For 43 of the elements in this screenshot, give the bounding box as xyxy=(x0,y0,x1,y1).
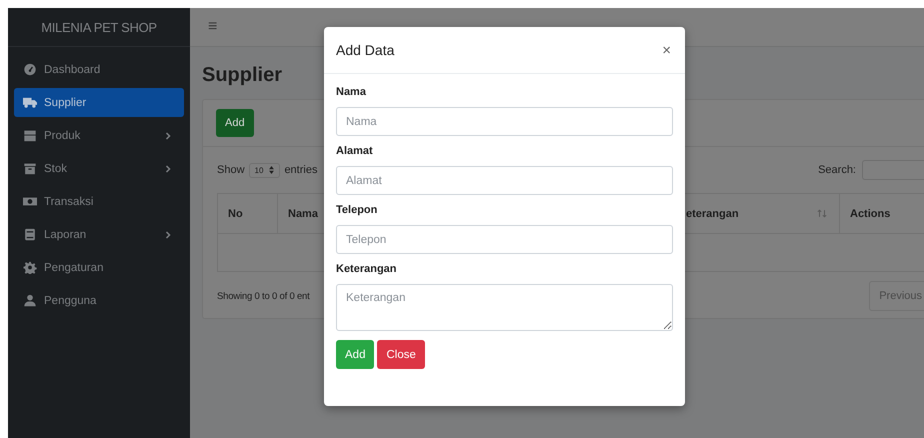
close-button[interactable]: × xyxy=(660,42,673,58)
dialog-title: Add Data xyxy=(336,42,394,58)
text-area[interactable]: Keterangan xyxy=(336,284,673,331)
book-icon xyxy=(23,228,37,241)
menu-button[interactable]: ≡ xyxy=(208,18,218,36)
sort-icon xyxy=(817,209,827,218)
banknote-icon xyxy=(23,195,37,208)
page-length-select[interactable]: 10 xyxy=(248,162,280,178)
table-info: Showing 0 to 0 of 0 ent xyxy=(217,290,310,302)
archive-icon xyxy=(23,162,37,175)
column-header[interactable]: Actions xyxy=(840,194,924,234)
chevron-right-icon xyxy=(165,230,171,238)
field-label: Telepon xyxy=(336,204,378,216)
sidebar-item[interactable]: Stok xyxy=(14,154,184,183)
page-title: Supplier xyxy=(202,63,284,88)
sidebar-item[interactable]: Pengaturan xyxy=(14,253,184,282)
settings-icon xyxy=(23,261,37,274)
input-field[interactable]: Telepon xyxy=(336,225,673,254)
user-icon xyxy=(23,294,37,307)
gauge-icon xyxy=(23,63,37,76)
truck-icon xyxy=(23,96,37,109)
field-label: Alamat xyxy=(336,145,374,157)
field-label: Nama xyxy=(336,86,367,98)
search-label: Search: xyxy=(818,164,856,176)
sidebar-item[interactable]: Pengguna xyxy=(14,286,184,315)
input-field[interactable]: Alamat xyxy=(336,166,673,195)
chevron-right-icon xyxy=(165,132,171,140)
column-header[interactable]: No xyxy=(218,194,278,234)
chevron-right-icon xyxy=(165,164,171,172)
up-down-arrows-icon xyxy=(269,166,274,174)
sidebar-item[interactable]: Transaksi xyxy=(14,187,184,216)
show-label: Show xyxy=(217,164,245,176)
input-field[interactable]: Nama xyxy=(336,107,673,136)
close-dialog-button[interactable]: Close xyxy=(377,340,425,369)
add-button[interactable]: Add xyxy=(216,109,254,137)
field-label: Keterangan xyxy=(336,263,398,275)
sidebar-item[interactable]: Supplier xyxy=(14,88,184,117)
sidebar-item[interactable]: Laporan xyxy=(14,220,184,249)
entries-label: entries xyxy=(284,164,318,176)
sidebar-item[interactable]: Produk xyxy=(14,121,184,150)
box-icon xyxy=(23,129,37,142)
sidebar-item[interactable]: Dashboard xyxy=(14,55,184,84)
submit-button[interactable]: Add xyxy=(336,340,374,369)
